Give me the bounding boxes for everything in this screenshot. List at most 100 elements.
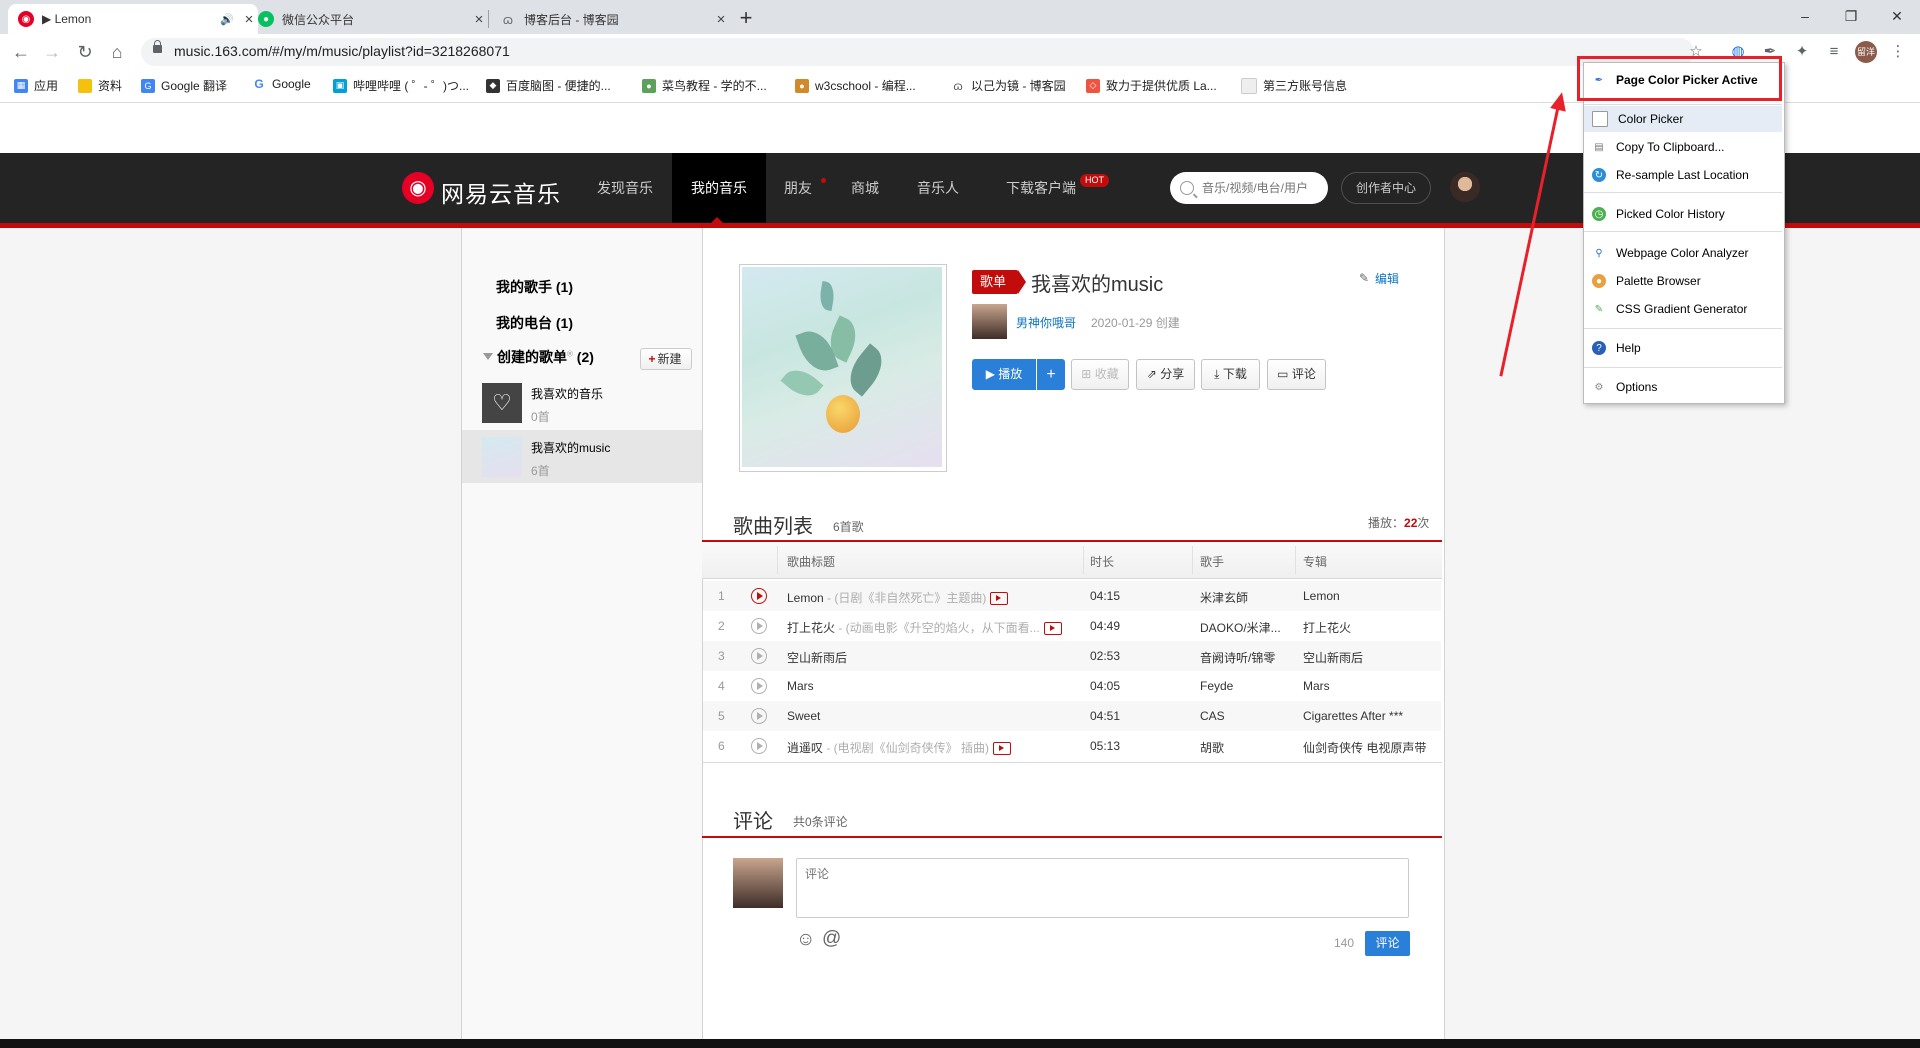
song-title[interactable]: 逍遥叹 - (电视剧《仙剑奇侠传》 插曲) (787, 739, 1077, 756)
bookmark-runoob[interactable]: ● 菜鸟教程 - 学的不... (642, 77, 767, 94)
menu-css-gradient-generator[interactable]: ✎ CSS Gradient Generator (1584, 296, 1782, 322)
nav-my-music[interactable]: 我的音乐 (672, 153, 766, 223)
profile-avatar[interactable]: 留洋 (1855, 41, 1877, 63)
nav-musician[interactable]: 音乐人 (904, 153, 972, 223)
tab-lemon[interactable]: ◉ ▶ Lemon 🔊 × (8, 4, 258, 34)
forward-icon[interactable]: → (40, 40, 64, 64)
netease-logo-icon[interactable]: ◉ (402, 172, 434, 204)
bookmark-google[interactable]: G Google (252, 77, 311, 91)
nav-discover[interactable]: 发现音乐 (580, 153, 670, 223)
song-title-text[interactable]: 空山新雨后 (787, 651, 847, 665)
tab-cnblogs[interactable]: ɷ 博客后台 - 博客园 × (490, 4, 730, 34)
song-artist[interactable]: 胡歌 (1200, 739, 1290, 756)
menu-options[interactable]: ⚙ Options (1584, 374, 1782, 400)
close-window-button[interactable]: ✕ (1874, 2, 1920, 30)
audio-playing-icon[interactable]: 🔊 (220, 13, 234, 26)
menu-resample-last-location[interactable]: ↻ Re-sample Last Location (1584, 162, 1782, 188)
collect-button[interactable]: ⊞ 收藏 (1071, 359, 1129, 390)
song-title[interactable]: 空山新雨后 (787, 649, 1077, 666)
song-title[interactable]: 打上花火 - (动画电影《升空的焰火，从下面看... (787, 619, 1077, 636)
creator-avatar[interactable] (972, 304, 1007, 339)
creator-name-link[interactable]: 男神你哦哥 (1016, 314, 1076, 331)
nav-download-client[interactable]: 下载客户端 (986, 153, 1096, 223)
song-title-text[interactable]: 打上花火 (787, 621, 835, 635)
mv-icon[interactable] (1043, 622, 1062, 636)
reload-icon[interactable]: ↻ (73, 40, 97, 64)
play-song-icon[interactable] (751, 738, 767, 754)
restore-button[interactable]: ❐ (1828, 2, 1874, 30)
song-title-text[interactable]: Mars (787, 679, 814, 693)
close-tab-icon[interactable]: × (470, 11, 488, 28)
emoji-icon[interactable]: ☺ (796, 929, 815, 951)
play-all-button[interactable]: ▶ 播放 (972, 359, 1036, 390)
download-button[interactable]: ⤓ 下载 (1201, 359, 1260, 390)
song-album[interactable]: 打上花火 (1303, 619, 1438, 636)
browser-menu-icon[interactable]: ⋮ (1887, 41, 1909, 63)
song-title[interactable]: Lemon - (日剧《非自然死亡》主题曲) (787, 589, 1077, 606)
creator-center-button[interactable]: 创作者中心 (1341, 172, 1431, 204)
song-album[interactable]: Lemon (1303, 589, 1438, 603)
song-album[interactable]: 仙剑奇侠传 电视原声带 (1303, 739, 1438, 756)
play-song-icon[interactable] (751, 678, 767, 694)
bookmark-folder[interactable]: 资料 (78, 77, 122, 94)
menu-webpage-color-analyzer[interactable]: ⚲ Webpage Color Analyzer (1584, 240, 1782, 266)
song-artist[interactable]: DAOKO/米津... (1200, 619, 1290, 636)
edit-link[interactable]: 编辑 (1375, 270, 1399, 287)
media-control-icon[interactable]: ≡ (1823, 41, 1845, 63)
created-playlists-heading[interactable]: 创建的歌单® (2) (497, 347, 594, 367)
play-song-icon[interactable] (751, 648, 767, 664)
bookmark-w3cschool[interactable]: ● w3cschool - 编程... (795, 77, 916, 94)
mv-icon[interactable] (990, 592, 1009, 606)
song-title-text[interactable]: Sweet (787, 709, 820, 723)
site-search-box[interactable] (1170, 172, 1328, 204)
play-song-icon[interactable] (751, 588, 767, 604)
new-tab-button[interactable]: + (733, 6, 759, 32)
menu-color-picker[interactable]: Color Picker (1584, 106, 1782, 132)
search-input[interactable] (1200, 180, 1324, 196)
add-to-queue-button[interactable]: + (1037, 359, 1065, 390)
my-radio-heading[interactable]: 我的电台 (1) (496, 313, 573, 333)
tab-wechat[interactable]: ● 微信公众平台 × (248, 4, 488, 34)
share-button[interactable]: ⇗ 分享 (1136, 359, 1195, 390)
mention-icon[interactable]: @ (822, 928, 841, 950)
play-song-icon[interactable] (751, 708, 767, 724)
song-title[interactable]: Sweet (787, 709, 1077, 723)
nav-friends[interactable]: 朋友 (770, 153, 826, 223)
song-album[interactable]: Cigarettes After *** (1303, 709, 1438, 723)
menu-picked-color-history[interactable]: ◷ Picked Color History (1584, 201, 1782, 227)
menu-palette-browser[interactable]: ● Palette Browser (1584, 268, 1782, 294)
submit-comment-button[interactable]: 评论 (1365, 931, 1410, 956)
home-icon[interactable]: ⌂ (105, 40, 129, 64)
song-artist[interactable]: CAS (1200, 709, 1290, 723)
song-album[interactable]: Mars (1303, 679, 1438, 693)
edit-icon[interactable]: ✎ (1359, 271, 1369, 285)
comment-button[interactable]: ▭ 评论 (1267, 359, 1326, 390)
site-logo-text[interactable]: 网易云音乐 (441, 175, 561, 209)
song-artist[interactable]: 音阙诗听/锦零 (1200, 649, 1290, 666)
song-album[interactable]: 空山新雨后 (1303, 649, 1438, 666)
song-artist[interactable]: 米津玄師 (1200, 589, 1290, 606)
play-song-icon[interactable] (751, 618, 767, 634)
comment-input[interactable] (796, 858, 1409, 918)
song-artist[interactable]: Feyde (1200, 679, 1290, 693)
menu-help[interactable]: ? Help (1584, 335, 1782, 361)
close-tab-icon[interactable]: × (712, 11, 730, 28)
user-avatar[interactable] (1450, 172, 1480, 202)
nav-mall[interactable]: 商城 (834, 153, 896, 223)
minimize-button[interactable]: – (1782, 2, 1828, 30)
extensions-puzzle-icon[interactable]: ✦ (1791, 41, 1813, 63)
bookmark-third-party[interactable]: 第三方账号信息 (1241, 77, 1347, 94)
song-title-text[interactable]: 逍遥叹 (787, 741, 823, 755)
new-playlist-button[interactable]: + 新建 (640, 348, 692, 370)
lock-icon[interactable] (153, 40, 162, 53)
bookmark-baidu-naotu[interactable]: ◆ 百度脑图 - 便捷的... (486, 77, 611, 94)
back-icon[interactable]: ← (9, 40, 33, 64)
url-text[interactable]: music.163.com/#/my/m/music/playlist?id=3… (174, 43, 510, 59)
menu-copy-to-clipboard[interactable]: ▤ Copy To Clipboard... (1584, 134, 1782, 160)
bookmark-apps[interactable]: ▦ 应用 (14, 77, 58, 94)
bookmark-google-translate[interactable]: G Google 翻译 (141, 77, 227, 94)
my-singers-heading[interactable]: 我的歌手 (1) (496, 277, 573, 297)
mv-icon[interactable] (993, 742, 1012, 756)
bookmark-cnblogs[interactable]: ɷ 以己为镜 - 博客园 (951, 77, 1065, 94)
bookmark-laravel[interactable]: ◇ 致力于提供优质 La... (1086, 77, 1217, 94)
